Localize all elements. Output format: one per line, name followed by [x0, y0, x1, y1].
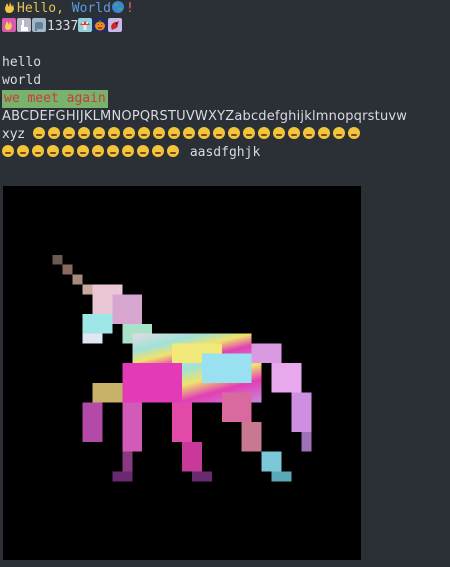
face-icon — [62, 127, 75, 139]
face-icon — [167, 127, 180, 139]
jack-o-lantern-icon — [93, 18, 108, 32]
face-icon — [17, 145, 29, 157]
highlighted-text: we meet again — [2, 90, 108, 108]
face-icon — [32, 127, 45, 139]
face-icon — [107, 145, 119, 157]
meet-line: we meet again — [2, 90, 450, 108]
face-icon — [167, 145, 179, 157]
waving-hand-icon — [5, 2, 14, 13]
face-icon — [152, 145, 164, 157]
elephant-image — [32, 18, 46, 32]
colorful-hand-image — [2, 18, 16, 32]
red-bird-icon — [108, 18, 123, 32]
alphabet-line: ABCDEFGHIJKLMNOPQRSTUVWXYZabcdefghijklmn… — [2, 109, 408, 124]
face-icon — [92, 127, 105, 139]
face-icon — [122, 127, 135, 139]
face-icon — [62, 145, 74, 157]
emoji-face-icons — [32, 127, 363, 142]
face-icon — [257, 127, 270, 139]
globe-icon — [111, 1, 124, 13]
face-icon — [317, 127, 330, 139]
trailing-text: aasdfghjk — [189, 145, 261, 160]
face-icon — [122, 145, 134, 157]
hello-line: hello — [2, 55, 42, 70]
emoji-faces-line-2: aasdfghjk — [2, 144, 450, 162]
face-icon — [242, 127, 255, 139]
face-icon — [182, 127, 195, 139]
greeting-hello: Hello, — [17, 1, 64, 16]
face-icon — [32, 145, 44, 157]
mushroom-icon — [78, 18, 93, 32]
face-icon — [107, 127, 120, 139]
face-icon — [287, 127, 300, 139]
face-icon — [92, 145, 104, 157]
llama-image — [17, 18, 31, 32]
face-icon — [227, 127, 240, 139]
leet-text: 1337 — [47, 19, 79, 34]
emoji-faces-line: xyz — [2, 126, 450, 144]
pixel-unicorn-image — [3, 186, 361, 560]
terminal-output: Hello, World ! 1337 hello world we meet … — [2, 0, 450, 162]
face-icon — [332, 127, 345, 139]
emoji-line: 1337 — [2, 18, 450, 36]
face-icon — [137, 127, 150, 139]
emoji-face-icons — [2, 145, 190, 160]
alphabet-tail: xyz — [2, 127, 25, 142]
face-icon — [47, 127, 60, 139]
greeting-line: Hello, World ! — [2, 0, 450, 18]
greeting-exclamation: ! — [125, 1, 134, 16]
world-line: world — [2, 73, 42, 88]
face-icon — [302, 127, 315, 139]
face-icon — [77, 127, 90, 139]
face-icon — [137, 145, 149, 157]
face-icon — [2, 145, 14, 157]
face-icon — [47, 145, 59, 157]
face-icon — [152, 127, 165, 139]
face-icon — [212, 127, 225, 139]
face-icon — [197, 127, 210, 139]
face-icon — [272, 127, 285, 139]
face-icon — [347, 127, 360, 139]
greeting-world: World — [71, 1, 111, 16]
face-icon — [77, 145, 89, 157]
